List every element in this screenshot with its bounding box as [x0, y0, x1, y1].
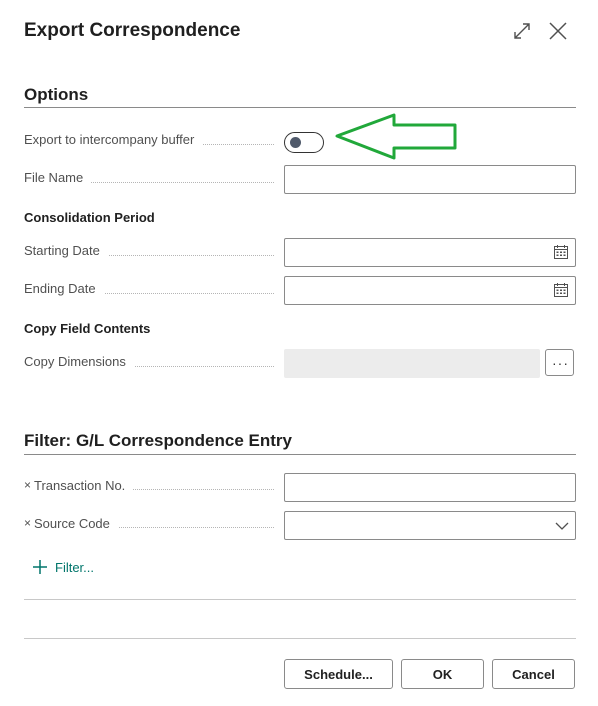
file-name-field[interactable]	[284, 165, 576, 194]
remove-filter-icon[interactable]: ×	[24, 516, 31, 530]
close-icon[interactable]	[547, 20, 569, 42]
ending-date-field[interactable]	[284, 276, 576, 305]
source-code-select[interactable]	[284, 511, 576, 540]
source-code-label: × Source Code	[24, 515, 274, 535]
add-filter-link[interactable]: Filter...	[32, 559, 94, 575]
footer-divider	[24, 638, 576, 639]
ending-date-input[interactable]	[285, 277, 575, 304]
starting-date-input[interactable]	[285, 239, 575, 266]
source-code-input[interactable]	[285, 512, 575, 539]
plus-icon	[33, 560, 47, 574]
calendar-icon[interactable]	[553, 244, 569, 260]
copy-dimensions-field	[284, 349, 540, 378]
ok-button[interactable]: OK	[401, 659, 484, 689]
expand-icon[interactable]	[511, 20, 533, 42]
remove-filter-icon[interactable]: ×	[24, 478, 31, 492]
transaction-no-label: × Transaction No.	[24, 477, 274, 497]
toggle-knob	[290, 137, 301, 148]
starting-date-field[interactable]	[284, 238, 576, 267]
options-divider	[24, 107, 576, 108]
ending-date-label: Ending Date	[24, 281, 274, 301]
copy-dimensions-lookup-button[interactable]: ···	[545, 349, 574, 376]
calendar-icon[interactable]	[553, 282, 569, 298]
schedule-button[interactable]: Schedule...	[284, 659, 393, 689]
filter-divider	[24, 454, 576, 455]
file-name-input[interactable]	[285, 166, 575, 193]
starting-date-label: Starting Date	[24, 243, 274, 263]
export-ic-buffer-toggle[interactable]	[284, 132, 324, 153]
export-ic-buffer-label: Export to intercompany buffer	[24, 132, 274, 152]
copy-field-contents-heading: Copy Field Contents	[24, 321, 151, 336]
file-name-label: File Name	[24, 170, 274, 190]
transaction-no-field[interactable]	[284, 473, 576, 502]
options-section-title: Options	[24, 85, 89, 104]
content-divider	[24, 599, 576, 600]
consolidation-period-heading: Consolidation Period	[24, 210, 155, 225]
filter-section-title: Filter: G/L Correspondence Entry	[24, 431, 292, 450]
annotation-arrow	[335, 113, 457, 160]
add-filter-label: Filter...	[55, 559, 95, 575]
cancel-button[interactable]: Cancel	[492, 659, 575, 689]
dialog-title: Export Correspondence	[24, 20, 241, 41]
copy-dimensions-label: Copy Dimensions	[24, 354, 274, 374]
chevron-down-icon[interactable]	[555, 519, 569, 533]
transaction-no-input[interactable]	[285, 474, 575, 501]
